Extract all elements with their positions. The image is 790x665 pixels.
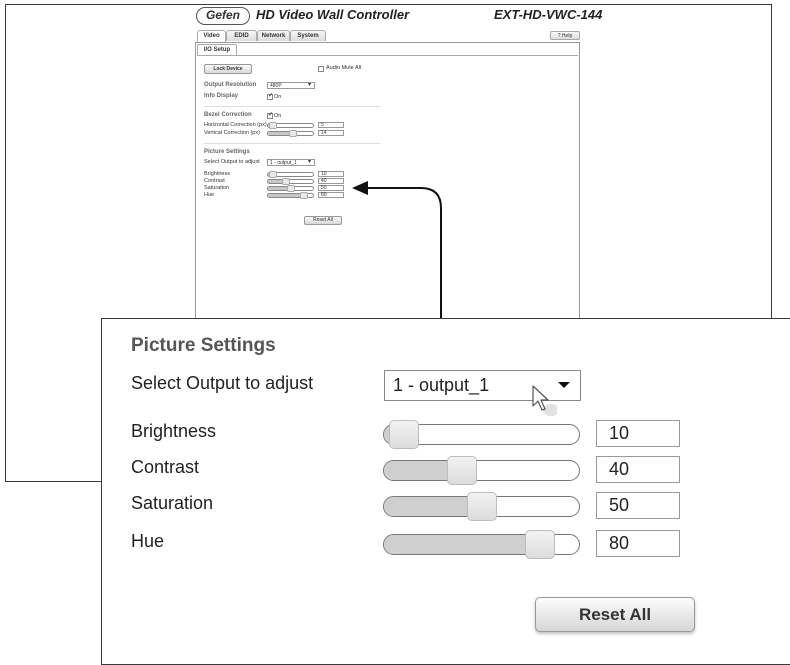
slider-knob[interactable] (525, 530, 555, 559)
slider-saturation[interactable] (383, 492, 580, 521)
callout-arrow-head (352, 181, 368, 195)
mouse-cursor-icon (532, 385, 557, 416)
callout-arrow-line (366, 187, 442, 318)
slider-knob[interactable] (388, 420, 419, 449)
slider-contrast[interactable] (383, 456, 580, 485)
slider-hue[interactable] (383, 530, 580, 559)
cursor-shadow (543, 404, 557, 416)
slider-label-brightness: Brightness (131, 421, 217, 441)
reset-all-button[interactable]: Reset All (535, 597, 695, 632)
value-input-saturation[interactable]: 50 (596, 492, 680, 519)
slider-label-contrast: Contrast (131, 457, 200, 477)
slider-label-saturation: Saturation (131, 493, 214, 513)
slider-fill (384, 535, 540, 554)
slider-label-hue: Hue (131, 531, 165, 551)
chevron-down-icon[interactable] (558, 382, 570, 388)
select-output-label: Select Output to adjust (131, 373, 314, 393)
picture-settings-heading: Picture Settings (131, 335, 276, 356)
slider-knob[interactable] (466, 492, 497, 521)
slider-knob[interactable] (447, 456, 477, 485)
value-input-hue[interactable]: 80 (596, 530, 680, 557)
value-input-contrast[interactable]: 40 (596, 456, 680, 483)
value-input-brightness[interactable]: 10 (596, 420, 680, 447)
slider-brightness[interactable] (383, 420, 580, 449)
select-output-value: 1 - output_1 (393, 375, 490, 395)
